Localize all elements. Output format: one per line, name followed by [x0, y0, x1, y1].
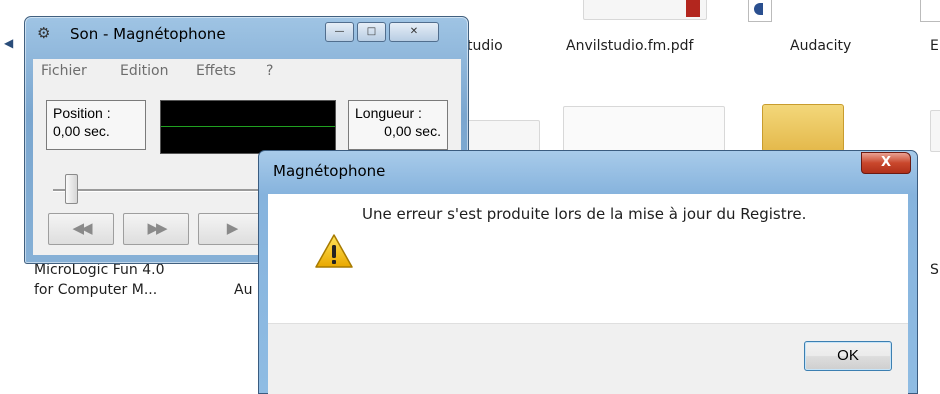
file-thumbnail[interactable]: [930, 110, 940, 152]
forward-button[interactable]: ▶▶: [123, 213, 189, 245]
microphone-icon: ⚙: [37, 24, 51, 42]
pdf-badge-icon: [686, 0, 700, 17]
dialog-close-button[interactable]: X: [861, 152, 911, 174]
rewind-button[interactable]: ◀◀: [48, 213, 114, 245]
file-label-line2[interactable]: for Computer M...: [34, 282, 157, 298]
menu-fichier[interactable]: Fichier: [41, 63, 87, 79]
nav-arrow-icon[interactable]: ◀: [4, 36, 13, 50]
position-value: 0,00 sec.: [53, 123, 110, 139]
waveform-display: [160, 100, 336, 154]
file-label[interactable]: tudio: [467, 38, 503, 54]
close-button[interactable]: ✕: [389, 22, 439, 42]
window-title: Son - Magnétophone: [70, 25, 226, 43]
file-label[interactable]: Audacity: [790, 38, 851, 54]
file-label[interactable]: E: [930, 38, 939, 54]
pdf-thumbnail[interactable]: [583, 0, 707, 20]
dialog-message: Une erreur s'est produite lors de la mis…: [362, 205, 807, 223]
waveform-line: [161, 126, 335, 127]
error-dialog: Magnétophone X Une erreur s'est produite…: [258, 150, 918, 394]
file-label[interactable]: Au: [234, 282, 252, 298]
file-label-line1[interactable]: MicroLogic Fun 4.0: [34, 262, 164, 278]
position-slider-thumb[interactable]: [65, 174, 78, 204]
play-button[interactable]: ▶: [198, 213, 264, 245]
file-icon[interactable]: [920, 0, 940, 22]
length-label: Longueur :: [355, 105, 422, 121]
file-label[interactable]: Anvilstudio.fm.pdf: [566, 38, 693, 54]
ok-button[interactable]: OK: [804, 341, 892, 371]
maximize-button[interactable]: □: [357, 22, 386, 42]
menu-help[interactable]: ?: [266, 63, 273, 79]
menu-effets[interactable]: Effets: [196, 63, 236, 79]
warning-icon: [315, 234, 353, 268]
dialog-title: Magnétophone: [273, 162, 386, 180]
folder-icon[interactable]: [762, 104, 844, 152]
audacity-icon[interactable]: [748, 0, 772, 22]
file-label[interactable]: S: [930, 262, 939, 278]
menu-bar: Fichier Edition Effets ?: [33, 59, 461, 83]
position-box: Position : 0,00 sec.: [46, 100, 146, 150]
minimize-button[interactable]: —: [325, 22, 354, 42]
length-box: Longueur : 0,00 sec.: [348, 100, 448, 150]
position-label: Position :: [53, 105, 111, 121]
length-value: 0,00 sec.: [384, 123, 441, 139]
menu-edition[interactable]: Edition: [120, 63, 168, 79]
